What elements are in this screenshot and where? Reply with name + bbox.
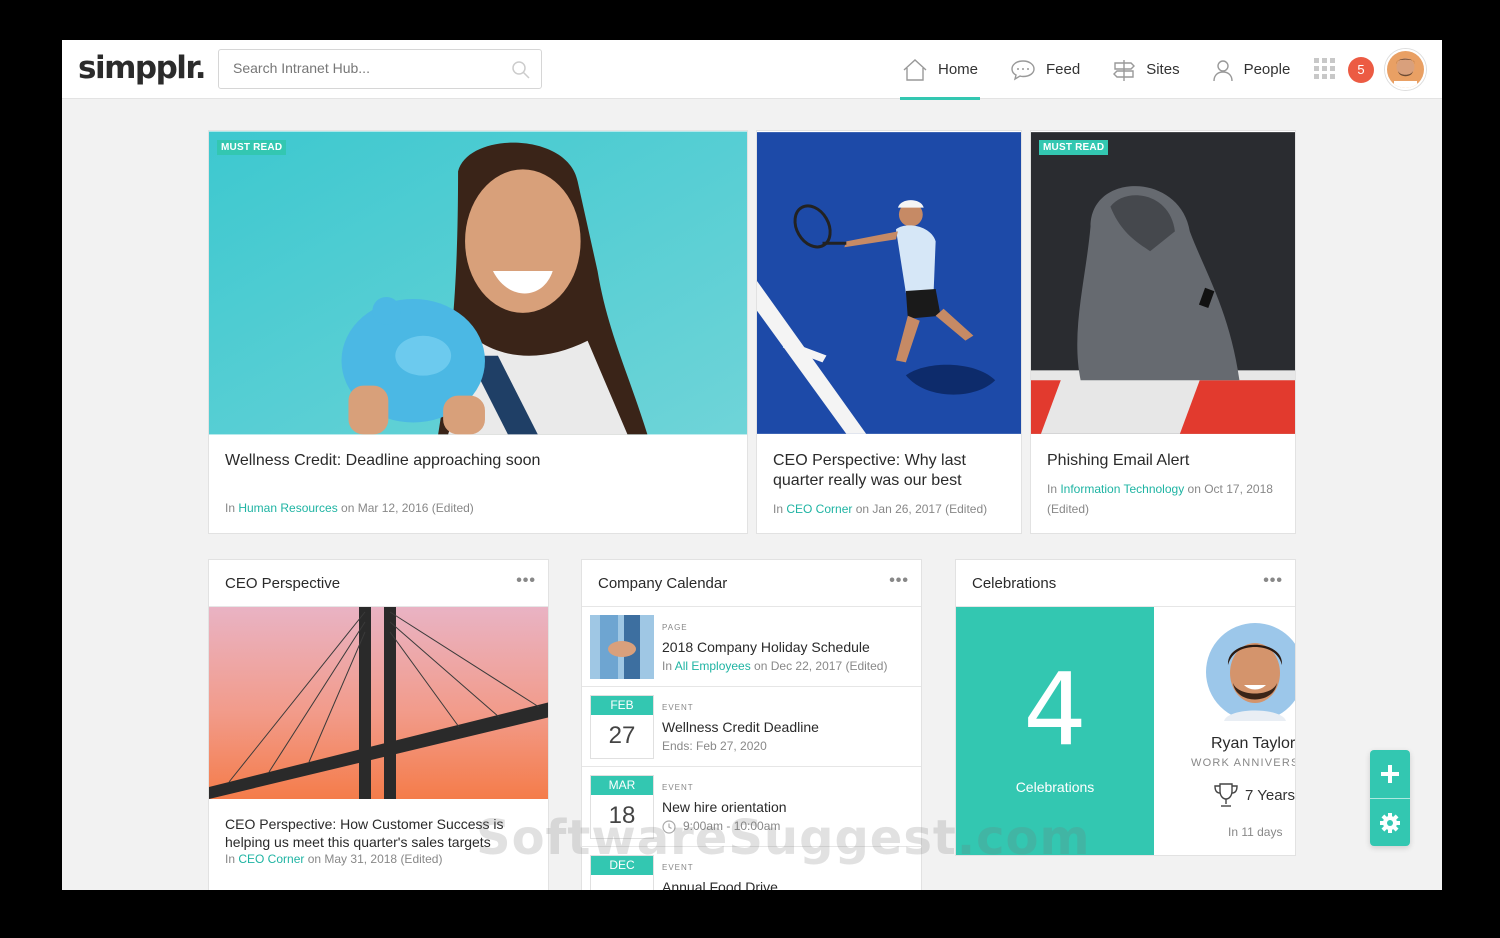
- calendar-item-name[interactable]: 2018 Company Holiday Schedule: [662, 639, 870, 655]
- celebration-occasion: WORK ANNIVERSARY: [1191, 757, 1295, 769]
- nav-home[interactable]: Home: [900, 40, 981, 100]
- featured-card-phishing[interactable]: MUST READ Phishing Email Alert In Inform…: [1030, 130, 1296, 534]
- site-link[interactable]: Information Technology: [1060, 482, 1184, 496]
- featured-title[interactable]: Wellness Credit: Deadline approaching so…: [225, 451, 725, 471]
- trophy-icon: [1214, 783, 1238, 807]
- meta-prefix: In: [225, 501, 239, 515]
- site-link[interactable]: CEO Corner: [786, 502, 852, 516]
- nav-feed[interactable]: Feed: [1008, 40, 1082, 99]
- signpost-icon: [1113, 59, 1136, 81]
- search-input[interactable]: [233, 60, 493, 76]
- plus-icon: [1381, 765, 1399, 783]
- widget-header: CEO Perspective •••: [209, 560, 548, 607]
- site-link[interactable]: All Employees: [675, 659, 751, 673]
- ceo-post-meta: In CEO Corner on May 31, 2018 (Edited): [225, 852, 442, 866]
- notification-badge[interactable]: 5: [1348, 57, 1374, 83]
- nav-feed-label: Feed: [1046, 61, 1081, 78]
- date-badge: FEB 27: [590, 695, 654, 759]
- date-day: 27: [608, 722, 636, 749]
- nav-home-label: Home: [938, 61, 979, 78]
- floating-action-group: [1370, 750, 1410, 846]
- celebration-years: 7 Years: [1245, 787, 1296, 804]
- must-read-badge: MUST READ: [217, 140, 287, 155]
- meta-date: on May 31, 2018 (Edited): [304, 852, 443, 866]
- date-month: FEB: [591, 696, 653, 715]
- meta-prefix: In: [225, 852, 239, 866]
- widget-title: Celebrations: [972, 575, 1057, 592]
- person-icon: [1212, 59, 1233, 81]
- site-link[interactable]: CEO Corner: [238, 852, 304, 866]
- celebration-when: In 11 days: [1228, 825, 1283, 839]
- add-button[interactable]: [1370, 750, 1410, 798]
- person-avatar: [1206, 623, 1295, 721]
- chat-bubble-icon: [1011, 59, 1035, 80]
- calendar-item-name[interactable]: Annual Food Drive: [662, 879, 778, 890]
- more-options-icon[interactable]: •••: [516, 572, 536, 590]
- widget-header: Celebrations •••: [956, 560, 1295, 607]
- meta-date: on Jan 26, 2017 (Edited): [852, 502, 988, 516]
- featured-title[interactable]: Phishing Email Alert: [1047, 451, 1281, 471]
- more-options-icon[interactable]: •••: [1263, 572, 1283, 590]
- featured-card-ceo[interactable]: CEO Perspective: Why last quarter really…: [756, 130, 1022, 534]
- search-box[interactable]: [218, 49, 542, 89]
- more-options-icon[interactable]: •••: [889, 572, 909, 590]
- featured-image-piggy-bank: [209, 131, 747, 435]
- widget-title: Company Calendar: [598, 575, 728, 592]
- simpplr-logo[interactable]: simpplr.: [78, 50, 207, 86]
- page-thumbnail: [590, 615, 654, 679]
- calendar-item-type: EVENT: [662, 703, 694, 712]
- home-icon: [903, 58, 927, 81]
- celebration-person-card[interactable]: Ryan Taylor WORK ANNIVERSARY 7 Years In …: [1154, 607, 1296, 855]
- main-nav: Home Feed Sites People: [900, 40, 1320, 100]
- meta-date: on Dec 22, 2017 (Edited): [750, 659, 888, 673]
- date-month: MAR: [591, 776, 653, 795]
- ceo-post-image-bridge[interactable]: [209, 607, 549, 799]
- nav-sites-label: Sites: [1146, 61, 1180, 78]
- celebrations-count: 4: [1023, 651, 1087, 768]
- site-link[interactable]: Human Resources: [238, 501, 337, 515]
- featured-meta: In Human Resources on Mar 12, 2016 (Edit…: [225, 498, 725, 518]
- app-window: simpplr. Home Feed Sites People: [62, 40, 1442, 890]
- celebrations-count-label: Celebrations: [1015, 779, 1095, 795]
- meta-prefix: In: [662, 659, 675, 673]
- must-read-badge: MUST READ: [1039, 140, 1109, 155]
- calendar-item-sub: In All Employees on Dec 22, 2017 (Edited…: [662, 659, 887, 673]
- meta-prefix: In: [1047, 482, 1061, 496]
- featured-meta: In Information Technology on Oct 17, 201…: [1047, 479, 1273, 519]
- user-avatar[interactable]: [1385, 49, 1426, 90]
- meta-date: on Mar 12, 2016 (Edited): [337, 501, 474, 515]
- featured-card-wellness[interactable]: MUST READ Wellness Credit: Deadline appr…: [208, 130, 748, 534]
- featured-image-hooded-figure: [1031, 132, 1295, 434]
- person-name[interactable]: Ryan Taylor: [1211, 735, 1295, 753]
- watermark: SoftwareSuggest.com: [476, 810, 1091, 866]
- calendar-item-type: EVENT: [662, 783, 694, 792]
- featured-meta: In CEO Corner on Jan 26, 2017 (Edited): [773, 499, 1013, 519]
- calendar-item[interactable]: PAGE 2018 Company Holiday Schedule In Al…: [582, 607, 921, 687]
- calendar-item[interactable]: FEB 27 EVENT Wellness Credit Deadline En…: [582, 687, 921, 767]
- gear-icon: [1380, 813, 1400, 833]
- top-navigation-bar: simpplr. Home Feed Sites People: [62, 40, 1442, 100]
- featured-image-tennis: [757, 132, 1021, 434]
- nav-sites[interactable]: Sites: [1110, 40, 1181, 99]
- calendar-item-sub: Ends: Feb 27, 2020: [662, 739, 767, 753]
- nav-people-label: People: [1243, 61, 1291, 78]
- nav-people[interactable]: People: [1210, 40, 1293, 99]
- app-launcher-icon[interactable]: [1314, 58, 1336, 80]
- widget-header: Company Calendar •••: [582, 560, 921, 607]
- widget-title: CEO Perspective: [225, 575, 341, 592]
- calendar-item-type: PAGE: [662, 623, 688, 632]
- featured-title[interactable]: CEO Perspective: Why last quarter really…: [773, 451, 1007, 491]
- meta-prefix: In: [773, 502, 787, 516]
- settings-button[interactable]: [1370, 799, 1410, 847]
- search-icon[interactable]: [511, 60, 531, 80]
- calendar-item-name[interactable]: Wellness Credit Deadline: [662, 719, 819, 735]
